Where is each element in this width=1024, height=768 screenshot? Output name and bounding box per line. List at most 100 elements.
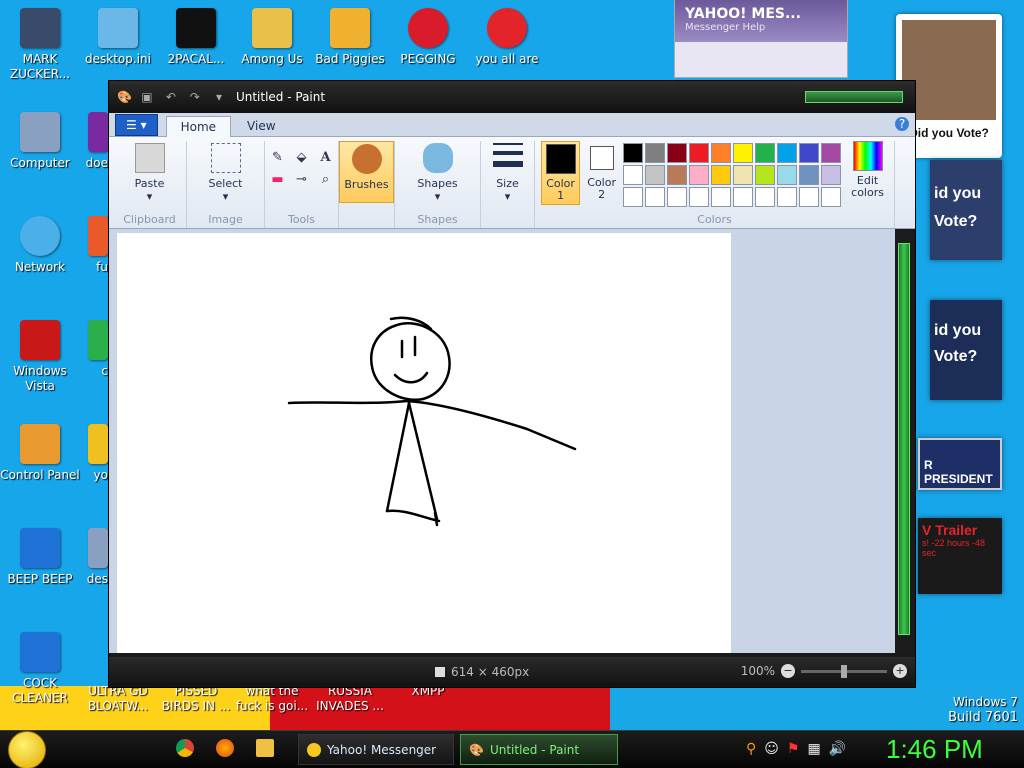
color-swatch[interactable] bbox=[623, 143, 644, 163]
desktop-icon-russia[interactable]: RUSSIA INVADES ... bbox=[310, 684, 390, 714]
color-swatch[interactable] bbox=[645, 187, 666, 207]
action-center-icon[interactable]: ⚑ bbox=[787, 741, 800, 757]
desktop-icon-pissed-birds[interactable]: PISSED BIRDS IN ... bbox=[156, 684, 236, 714]
color-swatch[interactable] bbox=[623, 165, 644, 185]
undo-icon[interactable]: ↶ bbox=[162, 90, 180, 104]
desktop-icon-partial[interactable]: doe bbox=[62, 112, 108, 171]
color-swatch[interactable] bbox=[733, 143, 754, 163]
zoom-slider-handle[interactable] bbox=[841, 664, 847, 678]
yahoo-messenger-window[interactable]: YAHOO! MES... Messenger Help bbox=[674, 0, 848, 78]
size-button[interactable]: Size ▾ bbox=[489, 141, 527, 205]
color-swatch[interactable] bbox=[667, 143, 688, 163]
volume-icon[interactable]: 🔊 bbox=[829, 741, 846, 757]
color-swatch[interactable] bbox=[645, 165, 666, 185]
ad-banner-vote-2[interactable]: id you Vote? bbox=[930, 300, 1002, 400]
color-swatch[interactable] bbox=[777, 165, 798, 185]
zoom-slider[interactable] bbox=[801, 664, 887, 678]
desktop-icon-what-the[interactable]: what the fuck is goi... bbox=[232, 684, 312, 714]
desktop-icon-mark-zucker[interactable]: MARK ZUCKER... bbox=[0, 8, 80, 82]
desktop-icon-bad-piggies[interactable]: Bad Piggies bbox=[310, 8, 390, 67]
color-swatch[interactable] bbox=[733, 165, 754, 185]
desktop-icon-2pacal[interactable]: 2PACAL... bbox=[156, 8, 236, 67]
text-icon[interactable]: A bbox=[315, 147, 337, 167]
tab-home[interactable]: Home bbox=[165, 116, 232, 137]
select-button[interactable]: Select ▾ bbox=[205, 141, 247, 205]
color-swatch[interactable] bbox=[821, 143, 842, 163]
taskbar-clock[interactable]: 1:46 PM bbox=[886, 734, 983, 765]
color-picker-icon[interactable]: ⊸ bbox=[291, 169, 313, 189]
pencil-icon[interactable]: ✎ bbox=[267, 147, 289, 167]
drawing-canvas[interactable] bbox=[117, 233, 731, 653]
vertical-scrollbar[interactable] bbox=[895, 229, 913, 653]
desktop-icon-desktop-ini[interactable]: desktop.ini bbox=[78, 8, 158, 67]
select-icon bbox=[210, 143, 241, 173]
folder-icon[interactable] bbox=[256, 739, 274, 757]
desktop-icon-cock-cleaner[interactable]: COCK CLEANER bbox=[0, 632, 80, 706]
color-swatch[interactable] bbox=[821, 187, 842, 207]
desktop-icon-partial[interactable]: fu bbox=[62, 216, 108, 275]
color-swatch[interactable] bbox=[755, 187, 776, 207]
color-swatch[interactable] bbox=[799, 187, 820, 207]
chrome-icon[interactable] bbox=[176, 739, 194, 757]
color-swatch[interactable] bbox=[645, 143, 666, 163]
color-swatch[interactable] bbox=[799, 165, 820, 185]
paint-app-icon[interactable]: 🎨 bbox=[117, 90, 132, 104]
brushes-button[interactable]: Brushes bbox=[339, 141, 394, 203]
start-button[interactable] bbox=[8, 731, 46, 768]
window-controls[interactable] bbox=[805, 91, 903, 103]
messenger-tray-icon[interactable]: ☺ bbox=[764, 741, 779, 757]
shapes-button[interactable]: Shapes ▾ bbox=[413, 141, 461, 205]
ad-banner-vote-1[interactable]: id you Vote? bbox=[930, 160, 1002, 260]
color-swatch[interactable] bbox=[689, 143, 710, 163]
taskbar: Yahoo! Messenger 🎨 Untitled - Paint ⚲ ☺ … bbox=[0, 730, 1024, 768]
desktop-icon-you-all-are[interactable]: you all are bbox=[467, 8, 547, 67]
paint-window[interactable]: 🎨 ▣ ↶ ↷ ▾ Untitled - Paint ☰ ▾ Home View… bbox=[108, 80, 916, 688]
paste-button[interactable]: Paste ▾ bbox=[131, 141, 169, 205]
scrollbar-thumb[interactable] bbox=[898, 243, 910, 635]
color-swatch[interactable] bbox=[667, 165, 688, 185]
color-swatch[interactable] bbox=[755, 165, 776, 185]
color-swatch[interactable] bbox=[711, 165, 732, 185]
paint-title-bar[interactable]: 🎨 ▣ ↶ ↷ ▾ Untitled - Paint bbox=[109, 81, 915, 113]
magnifier-icon[interactable]: ⌕ bbox=[315, 169, 337, 189]
ad-banner-trailer[interactable]: V Trailer s! -22 hours -48 sec bbox=[918, 518, 1002, 594]
edit-colors-button[interactable]: Edit colors bbox=[847, 141, 888, 199]
color-swatch[interactable] bbox=[799, 143, 820, 163]
color-swatch[interactable] bbox=[667, 187, 688, 207]
color-swatch[interactable] bbox=[821, 165, 842, 185]
color-swatch[interactable] bbox=[755, 143, 776, 163]
tab-view[interactable]: View bbox=[233, 116, 289, 136]
desktop-icon-partial[interactable]: yo bbox=[62, 424, 108, 483]
search-icon[interactable]: ⚲ bbox=[746, 741, 756, 757]
color2-button[interactable]: Color 2 bbox=[582, 141, 621, 203]
yahoo-menu: Messenger Help bbox=[685, 22, 766, 33]
help-icon[interactable]: ? bbox=[895, 117, 909, 131]
desktop-icon-among-us[interactable]: Among Us bbox=[232, 8, 312, 67]
chevron-down-icon[interactable]: ▾ bbox=[210, 90, 228, 104]
network-icon[interactable]: ▦ bbox=[807, 741, 820, 757]
zoom-in-icon[interactable]: + bbox=[893, 664, 907, 678]
desktop-icon-partial[interactable]: des bbox=[62, 528, 108, 587]
color1-button[interactable]: Color 1 bbox=[541, 141, 581, 205]
color-swatch[interactable] bbox=[777, 187, 798, 207]
color-swatch[interactable] bbox=[733, 187, 754, 207]
ad-banner-president[interactable]: R PRESIDENT bbox=[918, 438, 1002, 490]
save-icon[interactable]: ▣ bbox=[138, 90, 156, 104]
firefox-icon[interactable] bbox=[216, 739, 234, 757]
eraser-icon[interactable]: ▬ bbox=[267, 169, 289, 189]
color-swatch[interactable] bbox=[689, 187, 710, 207]
taskbar-item-paint[interactable]: 🎨 Untitled - Paint bbox=[460, 734, 618, 765]
color-swatch[interactable] bbox=[777, 143, 798, 163]
color-swatch[interactable] bbox=[689, 165, 710, 185]
paint-menu-button[interactable]: ☰ ▾ bbox=[115, 114, 158, 136]
fill-icon[interactable]: ⬙ bbox=[291, 147, 313, 167]
color-swatch[interactable] bbox=[623, 187, 644, 207]
desktop-icon-partial[interactable]: c bbox=[62, 320, 108, 379]
taskbar-item-yahoo-messenger[interactable]: Yahoo! Messenger bbox=[298, 734, 454, 765]
desktop-icon-pegging[interactable]: PEGGING bbox=[388, 8, 468, 67]
desktop-icon-ultra-gd[interactable]: ULTRA GD BLOATW... bbox=[78, 684, 158, 714]
zoom-out-icon[interactable]: − bbox=[781, 664, 795, 678]
color-swatch[interactable] bbox=[711, 143, 732, 163]
color-swatch[interactable] bbox=[711, 187, 732, 207]
redo-icon[interactable]: ↷ bbox=[186, 90, 204, 104]
